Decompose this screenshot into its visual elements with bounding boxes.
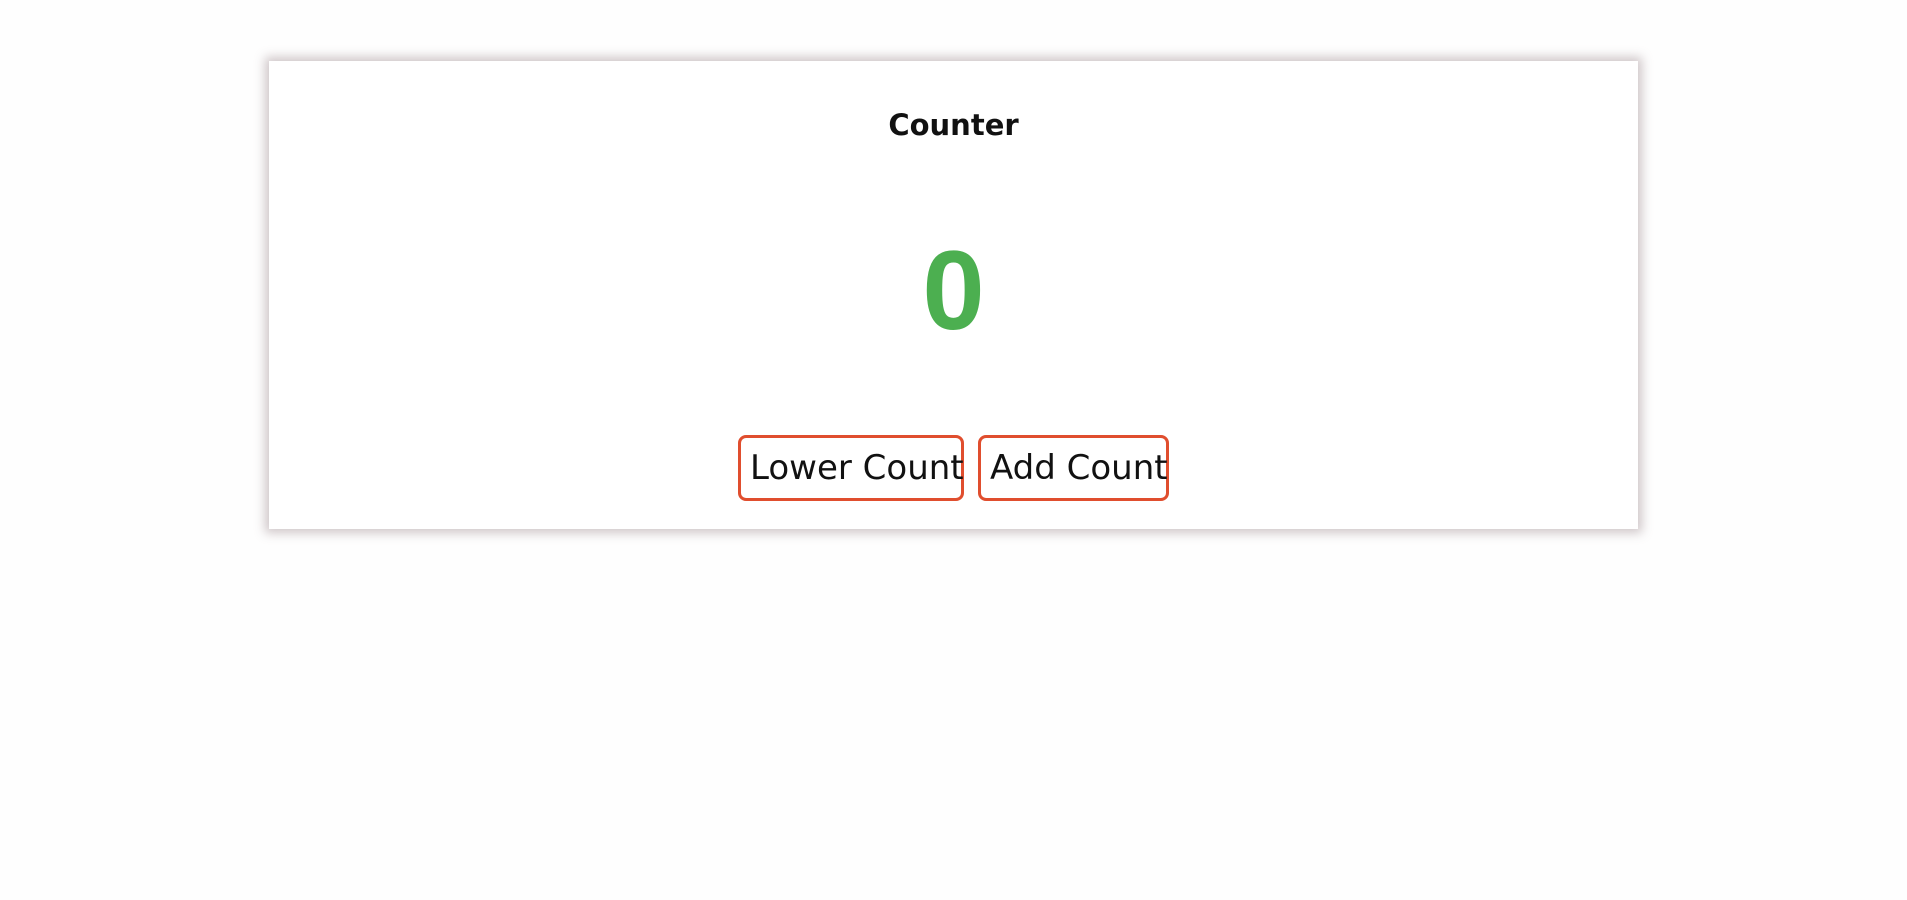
lower-count-button[interactable]: Lower Count xyxy=(738,435,964,501)
counter-title: Counter xyxy=(888,108,1019,142)
add-count-button[interactable]: Add Count xyxy=(978,435,1169,501)
count-value: 0 xyxy=(922,228,985,353)
counter-buttons: Lower Count Add Count xyxy=(269,435,1638,501)
counter-card: Counter 0 Lower Count Add Count xyxy=(269,61,1638,529)
